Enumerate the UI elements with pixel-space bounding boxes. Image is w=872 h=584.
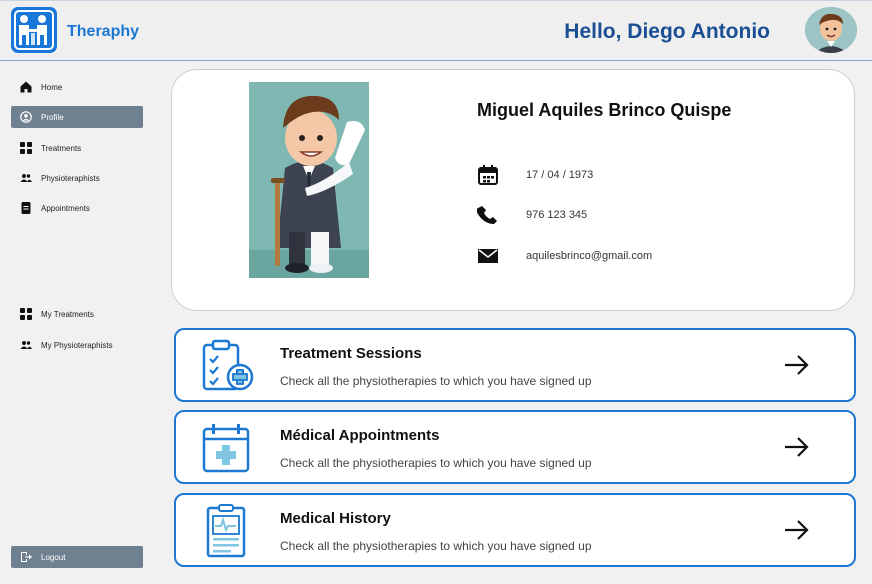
home-icon xyxy=(20,81,32,93)
patient-name: Miguel Aquiles Brinco Quispe xyxy=(477,100,732,120)
logout-icon xyxy=(20,551,32,563)
birthdate-row: 17 / 04 / 1973 xyxy=(477,164,593,186)
medical-record-icon xyxy=(200,504,256,558)
sidebar-item-label: Physioteraphists xyxy=(41,173,100,183)
sidebar-item-physioteraphists[interactable]: Physioteraphists xyxy=(11,167,143,189)
email-row: aquilesbrinco@gmail.com xyxy=(477,245,652,267)
arrow-right-icon[interactable] xyxy=(784,354,810,376)
sidebar-item-my-physioteraphists[interactable]: My Physioteraphists xyxy=(11,334,143,356)
user-circle-icon xyxy=(20,111,32,123)
medical-history-card[interactable]: Medical History Check all the physiother… xyxy=(174,493,856,567)
sidebar-item-profile[interactable]: Profile xyxy=(11,106,143,128)
sidebar-item-label: Treatments xyxy=(41,143,82,153)
medical-appointments-card[interactable]: Médical Appointments Check all the physi… xyxy=(174,410,856,484)
arrow-right-icon[interactable] xyxy=(784,519,810,541)
birthdate-value: 17 / 04 / 1973 xyxy=(526,169,594,181)
logout-label: Logout xyxy=(41,552,66,562)
clipboard-plus-icon xyxy=(200,339,256,393)
calendar-icon xyxy=(477,164,499,186)
sidebar-item-my-treatments[interactable]: My Treatments xyxy=(11,303,143,325)
treatment-sessions-card[interactable]: Treatment Sessions Check all the physiot… xyxy=(174,328,856,402)
profile-card: Miguel Aquiles Brinco Quispe 17 / 04 / 1… xyxy=(171,69,855,311)
calendar-plus-icon xyxy=(200,421,256,475)
email-value: aquilesbrinco@gmail.com xyxy=(526,250,653,262)
sidebar-item-label: Profile xyxy=(41,112,64,122)
phone-icon xyxy=(476,204,499,226)
card-title: Médical Appointments xyxy=(280,427,440,444)
card-title: Treatment Sessions xyxy=(280,345,422,362)
logout-button[interactable]: Logout xyxy=(11,546,143,568)
greeting-text: Hello, Diego Antonio xyxy=(564,20,770,43)
card-description: Check all the physiotherapies to which y… xyxy=(280,456,592,470)
sidebar-item-label: Appointments xyxy=(41,203,90,213)
document-icon xyxy=(20,202,32,214)
sidebar-item-home[interactable]: Home xyxy=(11,76,143,98)
sidebar-item-label: Home xyxy=(41,82,63,92)
theraphy-logo-icon[interactable] xyxy=(11,7,57,53)
sidebar-item-treatments[interactable]: Treatments xyxy=(11,137,143,159)
grid-icon xyxy=(20,308,32,320)
card-title: Medical History xyxy=(280,510,391,527)
user-avatar[interactable] xyxy=(805,7,857,53)
card-description: Check all the physiotherapies to which y… xyxy=(280,374,592,388)
profile-photo xyxy=(249,82,369,278)
phone-value: 976 123 345 xyxy=(526,209,588,221)
people-icon xyxy=(20,172,32,184)
grid-icon xyxy=(20,142,32,154)
people-icon xyxy=(20,339,32,351)
app-header: Theraphy Hello, Diego Antonio xyxy=(0,0,872,61)
mail-icon xyxy=(477,245,499,267)
phone-row: 976 123 345 xyxy=(476,204,588,226)
card-description: Check all the physiotherapies to which y… xyxy=(280,539,592,553)
sidebar-item-appointments[interactable]: Appointments xyxy=(11,197,143,219)
sidebar-item-label: My Treatments xyxy=(41,309,94,319)
brand-name: Theraphy xyxy=(67,23,140,40)
arrow-right-icon[interactable] xyxy=(784,436,810,458)
sidebar-item-label: My Physioteraphists xyxy=(41,340,113,350)
